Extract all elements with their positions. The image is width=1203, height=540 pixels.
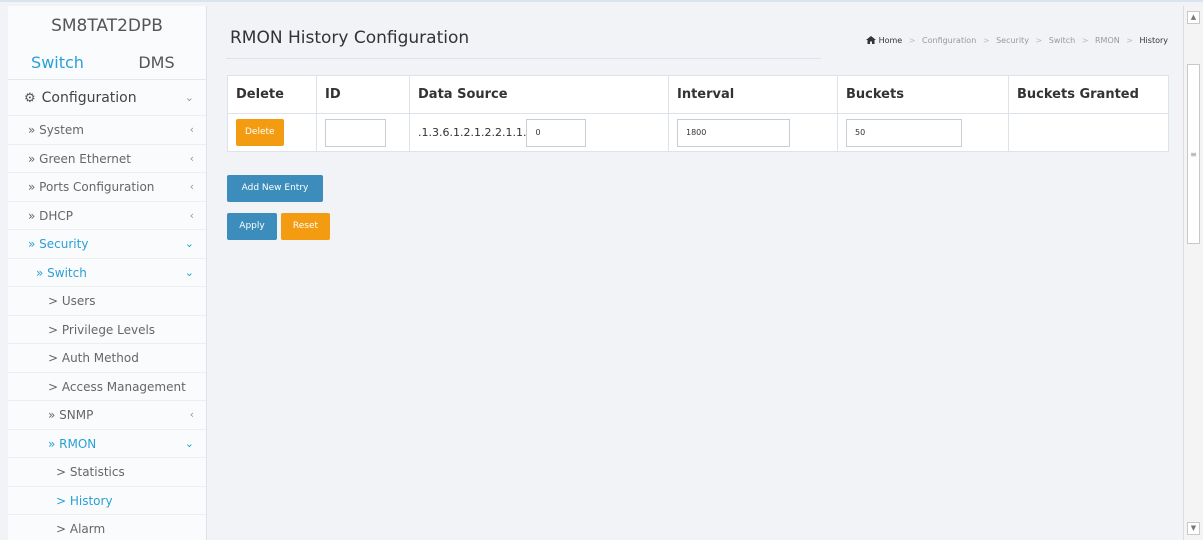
home-icon[interactable]	[866, 36, 879, 45]
sidebar-item-label: » Green Ethernet	[28, 151, 132, 166]
chevron-down-icon: ⌄	[184, 91, 194, 104]
interval-cell	[668, 113, 838, 152]
sidebar-item-label: > Users	[48, 294, 96, 308]
home-icon-glyph	[866, 36, 877, 44]
sidebar-item-label: » System	[28, 123, 84, 137]
breadcrumb-separator: >	[1081, 36, 1089, 45]
sidebar-item-alarm[interactable]: > Alarm	[8, 515, 206, 540]
column-header-delete: Delete	[227, 75, 317, 114]
sidebar-item-label: » Security	[28, 237, 89, 251]
breadcrumb-item[interactable]: Security	[996, 36, 1029, 45]
sidebar-item-label: » Ports Configuration	[28, 180, 155, 194]
mode-dms-tab[interactable]: DMS	[107, 53, 206, 72]
delete-button[interactable]: Delete	[236, 119, 284, 146]
column-header-buckets-granted: Buckets Granted	[1008, 75, 1169, 114]
scroll-up-arrow-icon[interactable]: ▲	[1187, 11, 1200, 24]
chevron-left-icon: ‹	[189, 208, 194, 222]
sidebar-item-privilege-levels[interactable]: > Privilege Levels	[8, 316, 206, 344]
app-frame: SM8TAT2DPB Switch DMS ⚙ Configuration ⌄ »…	[0, 0, 1203, 540]
chevron-left-icon: ‹	[189, 408, 194, 421]
sidebar-item-label: » DHCP	[28, 208, 74, 223]
chevron-down-icon: ⌄	[184, 436, 194, 450]
data-source-input[interactable]	[526, 118, 587, 147]
breadcrumb-separator: >	[908, 36, 916, 45]
sidebar-item-system[interactable]: » System ‹	[8, 116, 206, 145]
id-input[interactable]	[325, 118, 386, 147]
column-header-interval: Interval	[668, 75, 838, 114]
sidebar-item-label: > Alarm	[56, 522, 106, 536]
sidebar-item-configuration[interactable]: ⚙ Configuration ⌄	[8, 80, 206, 116]
sidebar-item-snmp[interactable]: » SNMP ‹	[8, 401, 206, 430]
add-new-entry-button[interactable]: Add New Entry	[227, 175, 323, 202]
brand-title: SM8TAT2DPB	[51, 16, 163, 36]
id-cell	[316, 113, 410, 152]
title-divider	[226, 58, 821, 59]
table-header-row: Delete ID Data Source Interval Buckets B…	[227, 75, 1169, 114]
sidebar-item-label: > Auth Method	[48, 351, 139, 365]
sidebar-item-label: > History	[56, 493, 113, 508]
chevron-left-icon: ‹	[189, 123, 194, 136]
sidebar-item-label: » RMON	[48, 436, 97, 451]
breadcrumb-item[interactable]: Configuration	[922, 36, 976, 45]
sidebar-item-security[interactable]: » Security ⌄	[8, 230, 206, 259]
scroll-down-arrow-icon[interactable]: ▼	[1187, 522, 1200, 535]
column-header-data-source: Data Source	[409, 75, 669, 114]
sidebar-item-label: > Privilege Levels	[48, 322, 156, 337]
sidebar-item-label: » Switch	[36, 265, 87, 280]
buckets-input[interactable]	[846, 118, 962, 147]
breadcrumb-current: History	[1139, 36, 1168, 45]
mode-switch-tab[interactable]: Switch	[8, 53, 107, 72]
sidebar-item-access-management[interactable]: > Access Management	[8, 373, 206, 401]
chevron-down-icon: ⌄	[184, 237, 194, 250]
chevron-left-icon: ‹	[189, 180, 194, 193]
column-header-id: ID	[316, 75, 410, 114]
column-header-buckets: Buckets	[837, 75, 1009, 114]
breadcrumb-separator: >	[1126, 36, 1133, 45]
sidebar-item-label: » SNMP	[48, 408, 94, 422]
sidebar-item-label: > Access Management	[48, 379, 186, 394]
sidebar-item-users[interactable]: > Users	[8, 287, 206, 316]
sidebar-item-label: Configuration	[41, 90, 137, 106]
mode-switcher: Switch DMS	[8, 46, 206, 80]
breadcrumb: Home > Configuration > Security > Switch…	[866, 36, 1168, 45]
chevron-down-icon: ⌄	[184, 265, 194, 279]
sidebar-item-switch[interactable]: » Switch ⌄	[8, 259, 206, 287]
sidebar-item-statistics[interactable]: > Statistics	[8, 458, 206, 487]
apply-button[interactable]: Apply	[227, 213, 277, 240]
sidebar-item-rmon[interactable]: » RMON ⌄	[8, 430, 206, 458]
breadcrumb-item[interactable]: RMON	[1095, 36, 1120, 45]
page-title: RMON History Configuration	[230, 28, 470, 48]
sidebar-item-auth-method[interactable]: > Auth Method	[8, 344, 206, 373]
gear-icon: ⚙	[24, 91, 36, 106]
breadcrumb-home[interactable]: Home	[879, 36, 903, 45]
main-content: RMON History Configuration Home > Config…	[210, 6, 1182, 540]
scroll-thumb[interactable]: ≡	[1187, 64, 1200, 244]
data-source-prefix: .1.3.6.1.2.1.2.2.1.1.	[418, 125, 527, 139]
sidebar-item-history[interactable]: > History	[8, 487, 206, 515]
buckets-granted-cell	[1008, 113, 1169, 152]
delete-cell: Delete	[227, 113, 317, 152]
breadcrumb-separator: >	[1035, 36, 1043, 45]
table-row: Delete .1.3.6.1.2.1.2.2.1.1.	[227, 113, 1169, 152]
sidebar-item-ports-configuration[interactable]: » Ports Configuration ‹	[8, 173, 206, 202]
sidebar-item-configuration-label: ⚙ Configuration	[24, 80, 137, 117]
sidebar-nav: ⚙ Configuration ⌄ » System ‹ » Green Ethe…	[8, 80, 206, 540]
history-table: Delete ID Data Source Interval Buckets B…	[227, 75, 1169, 152]
sidebar-item-green-ethernet[interactable]: » Green Ethernet ‹	[8, 145, 206, 173]
breadcrumb-separator: >	[982, 36, 990, 45]
sidebar-item-label: > Statistics	[56, 465, 125, 479]
vertical-scrollbar[interactable]: ▲ ≡ ▼	[1183, 6, 1203, 540]
breadcrumb-item[interactable]: Switch	[1049, 36, 1075, 45]
interval-input[interactable]	[677, 118, 790, 147]
buckets-cell	[837, 113, 1009, 152]
chevron-left-icon: ‹	[189, 151, 194, 165]
sidebar: SM8TAT2DPB Switch DMS ⚙ Configuration ⌄ »…	[8, 6, 207, 540]
data-source-cell: .1.3.6.1.2.1.2.2.1.1.	[409, 113, 669, 152]
reset-button[interactable]: Reset	[281, 213, 330, 240]
sidebar-item-dhcp[interactable]: » DHCP ‹	[8, 202, 206, 230]
